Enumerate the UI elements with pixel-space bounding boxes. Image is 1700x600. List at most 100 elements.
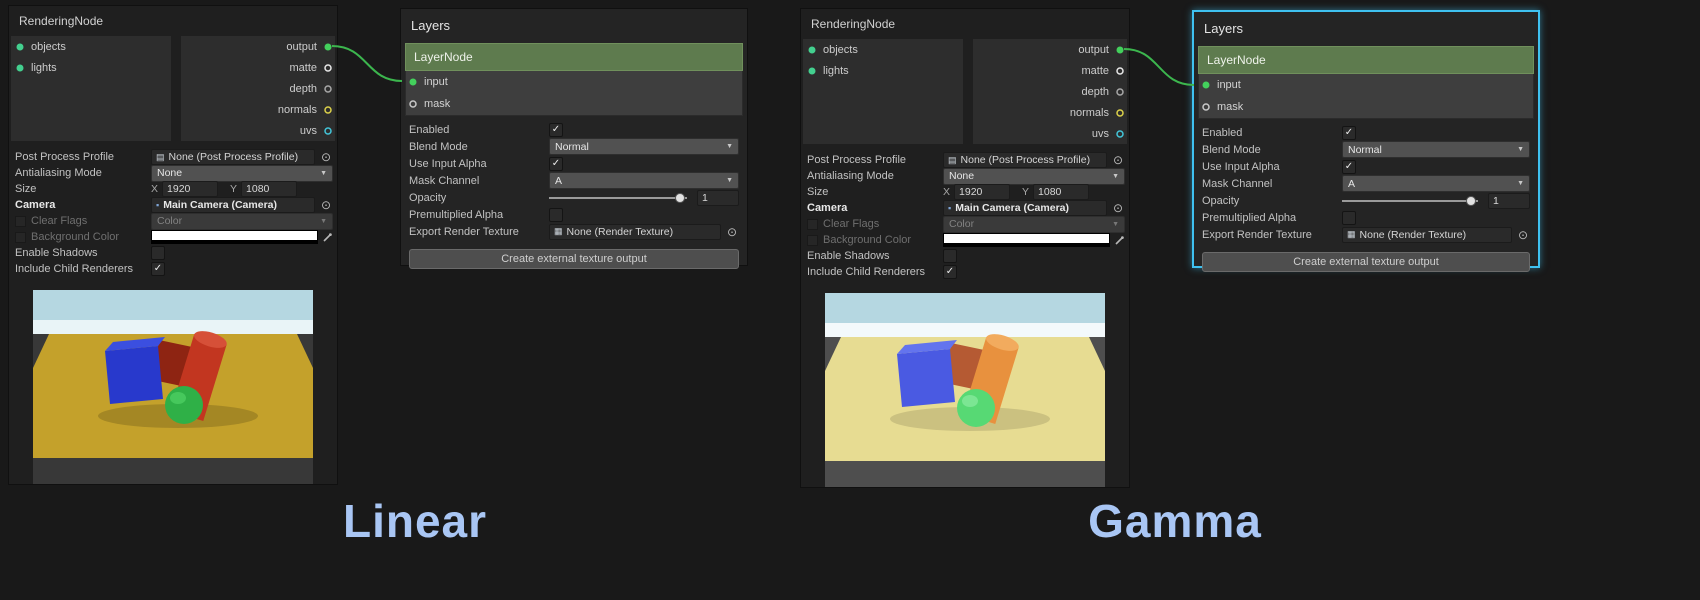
clear-flags-override-checkbox[interactable] bbox=[15, 216, 26, 227]
opacity-slider[interactable] bbox=[1342, 194, 1478, 208]
antialiasing-mode-dropdown[interactable]: None ▼ bbox=[151, 165, 333, 182]
port-normals[interactable]: normals bbox=[181, 99, 335, 120]
size-y-field[interactable]: 1080 bbox=[1033, 184, 1089, 200]
background-color-override-checkbox[interactable] bbox=[15, 232, 26, 243]
port-depth[interactable]: depth bbox=[973, 81, 1127, 102]
enabled-checkbox[interactable]: ✓ bbox=[549, 123, 563, 137]
size-x-field[interactable]: 1920 bbox=[954, 184, 1010, 200]
port-dot-matte[interactable] bbox=[1115, 66, 1125, 76]
port-dot-lights[interactable] bbox=[807, 66, 817, 76]
port-mask[interactable]: mask bbox=[1199, 96, 1533, 118]
eyedropper-icon[interactable] bbox=[1114, 235, 1125, 246]
prop-label: Mask Channel bbox=[409, 175, 549, 187]
port-dot-mask[interactable] bbox=[1201, 102, 1211, 112]
layer-node-header[interactable]: LayerNode bbox=[405, 43, 743, 71]
port-dot-input[interactable] bbox=[1201, 80, 1211, 90]
layers-panel-left[interactable]: Layers LayerNode input mask Enabled ✓ Bl… bbox=[400, 8, 748, 266]
opacity-slider-track[interactable] bbox=[549, 197, 687, 199]
enable-shadows-checkbox[interactable] bbox=[151, 246, 165, 260]
post-process-profile-field[interactable]: ▤ None (Post Process Profile) bbox=[943, 152, 1107, 168]
use-input-alpha-checkbox[interactable]: ✓ bbox=[549, 157, 563, 171]
mask-channel-dropdown[interactable]: A ▼ bbox=[1342, 175, 1530, 192]
port-output[interactable]: output bbox=[973, 39, 1127, 60]
export-render-texture-field[interactable]: ▦ None (Render Texture) bbox=[549, 224, 721, 240]
size-y-field[interactable]: 1080 bbox=[241, 181, 297, 197]
port-dot-lights[interactable] bbox=[15, 63, 25, 73]
port-dot-normals[interactable] bbox=[323, 105, 333, 115]
use-input-alpha-checkbox[interactable]: ✓ bbox=[1342, 160, 1356, 174]
port-dot-objects[interactable] bbox=[807, 45, 817, 55]
prop-label: Use Input Alpha bbox=[1202, 161, 1342, 173]
create-external-texture-button[interactable]: Create external texture output bbox=[409, 249, 739, 269]
object-picker-icon[interactable]: ⊙ bbox=[321, 199, 331, 211]
port-dot-input[interactable] bbox=[408, 77, 418, 87]
include-child-renderers-checkbox[interactable]: ✓ bbox=[151, 262, 165, 276]
port-mask[interactable]: mask bbox=[406, 93, 742, 115]
mask-channel-dropdown[interactable]: A ▼ bbox=[549, 172, 739, 189]
include-child-renderers-checkbox[interactable]: ✓ bbox=[943, 265, 957, 279]
port-dot-mask[interactable] bbox=[408, 99, 418, 109]
camera-field[interactable]: ▪ Main Camera (Camera) bbox=[943, 200, 1107, 216]
port-objects[interactable]: objects bbox=[11, 36, 171, 57]
opacity-slider-track[interactable] bbox=[1342, 200, 1478, 202]
port-dot-depth[interactable] bbox=[1115, 87, 1125, 97]
port-depth[interactable]: depth bbox=[181, 78, 335, 99]
port-lights[interactable]: lights bbox=[11, 57, 171, 78]
layer-node-header[interactable]: LayerNode bbox=[1198, 46, 1534, 74]
opacity-slider-knob[interactable] bbox=[1466, 196, 1476, 206]
port-dot-objects[interactable] bbox=[15, 42, 25, 52]
antialiasing-mode-dropdown[interactable]: None ▼ bbox=[943, 168, 1125, 185]
port-dot-uvs[interactable] bbox=[323, 126, 333, 136]
rendering-node-panel-left[interactable]: RenderingNode objects lights output matt… bbox=[8, 5, 338, 485]
opacity-slider[interactable] bbox=[549, 191, 687, 205]
port-objects[interactable]: objects bbox=[803, 39, 963, 60]
rendering-node-panel-right[interactable]: RenderingNode objects lights output matt… bbox=[800, 8, 1130, 488]
port-uvs[interactable]: uvs bbox=[181, 120, 335, 141]
background-color-swatch[interactable] bbox=[943, 233, 1110, 247]
blend-mode-dropdown[interactable]: Normal ▼ bbox=[549, 138, 739, 155]
port-dot-uvs[interactable] bbox=[1115, 129, 1125, 139]
chevron-down-icon: ▼ bbox=[1517, 180, 1524, 187]
port-input[interactable]: input bbox=[406, 71, 742, 93]
background-color-swatch[interactable] bbox=[151, 230, 318, 244]
port-dot-depth[interactable] bbox=[323, 84, 333, 94]
layers-panel-right[interactable]: Layers LayerNode input mask Enabled ✓ Bl… bbox=[1192, 10, 1540, 268]
port-lights[interactable]: lights bbox=[803, 60, 963, 81]
camera-field[interactable]: ▪ Main Camera (Camera) bbox=[151, 197, 315, 213]
object-picker-icon[interactable]: ⊙ bbox=[1518, 229, 1528, 241]
background-color-override-checkbox[interactable] bbox=[807, 235, 818, 246]
blend-mode-dropdown[interactable]: Normal ▼ bbox=[1342, 141, 1530, 158]
prop-label: Enabled bbox=[409, 124, 549, 136]
export-render-texture-field[interactable]: ▦ None (Render Texture) bbox=[1342, 227, 1512, 243]
port-normals[interactable]: normals bbox=[973, 102, 1127, 123]
opacity-value-field[interactable]: 1 bbox=[697, 190, 739, 206]
connection-left bbox=[332, 46, 402, 81]
clear-flags-override-checkbox[interactable] bbox=[807, 219, 818, 230]
port-input[interactable]: input bbox=[1199, 74, 1533, 96]
port-dot-normals[interactable] bbox=[1115, 108, 1125, 118]
port-output[interactable]: output bbox=[181, 36, 335, 57]
eyedropper-icon[interactable] bbox=[322, 232, 333, 243]
port-dot-output[interactable] bbox=[1115, 45, 1125, 55]
port-dot-matte[interactable] bbox=[323, 63, 333, 73]
opacity-value-field[interactable]: 1 bbox=[1488, 193, 1530, 209]
premultiplied-alpha-checkbox[interactable] bbox=[1342, 211, 1356, 225]
object-picker-icon[interactable]: ⊙ bbox=[1113, 154, 1123, 166]
port-dot-output[interactable] bbox=[323, 42, 333, 52]
object-picker-icon[interactable]: ⊙ bbox=[1113, 202, 1123, 214]
size-x-field[interactable]: 1920 bbox=[162, 181, 218, 197]
enable-shadows-checkbox[interactable] bbox=[943, 249, 957, 263]
enabled-checkbox[interactable]: ✓ bbox=[1342, 126, 1356, 140]
prop-label: Export Render Texture bbox=[409, 226, 549, 238]
row-use-input-alpha: Use Input Alpha ✓ bbox=[409, 155, 739, 172]
port-uvs[interactable]: uvs bbox=[973, 123, 1127, 144]
prop-label: Enabled bbox=[1202, 127, 1342, 139]
port-matte[interactable]: matte bbox=[973, 60, 1127, 81]
opacity-slider-knob[interactable] bbox=[675, 193, 685, 203]
object-picker-icon[interactable]: ⊙ bbox=[727, 226, 737, 238]
object-picker-icon[interactable]: ⊙ bbox=[321, 151, 331, 163]
premultiplied-alpha-checkbox[interactable] bbox=[549, 208, 563, 222]
port-matte[interactable]: matte bbox=[181, 57, 335, 78]
post-process-profile-field[interactable]: ▤ None (Post Process Profile) bbox=[151, 149, 315, 165]
create-external-texture-button[interactable]: Create external texture output bbox=[1202, 252, 1530, 272]
